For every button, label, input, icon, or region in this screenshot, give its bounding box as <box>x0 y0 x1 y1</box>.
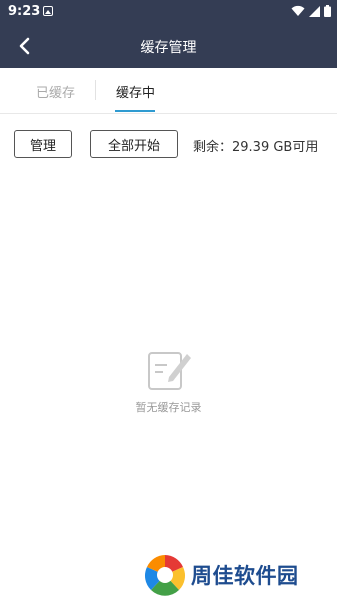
wifi-icon <box>291 5 305 16</box>
watermark: 周佳软件园 <box>143 553 299 597</box>
tab-cached[interactable]: 已缓存 <box>36 82 75 101</box>
status-bar: 9:23 <box>0 0 337 24</box>
status-icons <box>291 4 331 18</box>
tab-caching[interactable]: 缓存中 <box>116 82 155 101</box>
watermark-logo-icon <box>145 555 185 596</box>
start-all-button[interactable]: 全部开始 <box>90 130 178 158</box>
notification-icon <box>43 6 53 16</box>
watermark-text: 周佳软件园 <box>191 564 299 588</box>
battery-icon <box>324 5 331 17</box>
manage-button[interactable]: 管理 <box>14 130 72 158</box>
empty-record-icon <box>147 352 191 390</box>
empty-state: 暂无缓存记录 <box>0 345 337 415</box>
tab-bar: 已缓存 缓存中 <box>0 68 337 114</box>
nav-bar: 缓存管理 <box>0 24 337 68</box>
status-time: 9:23 <box>8 4 41 19</box>
page-title: 缓存管理 <box>140 40 197 56</box>
toolbar: 管理 全部开始 剩余：29.39 GB可用 <box>0 114 337 170</box>
empty-message: 暂无缓存记录 <box>135 401 202 414</box>
signal-icon <box>309 5 320 17</box>
storage-remaining: 剩余：29.39 GB可用 <box>193 140 319 155</box>
app-header: 9:23 缓存管理 <box>0 0 337 68</box>
tab-divider <box>95 80 96 100</box>
active-tab-indicator <box>115 110 155 112</box>
